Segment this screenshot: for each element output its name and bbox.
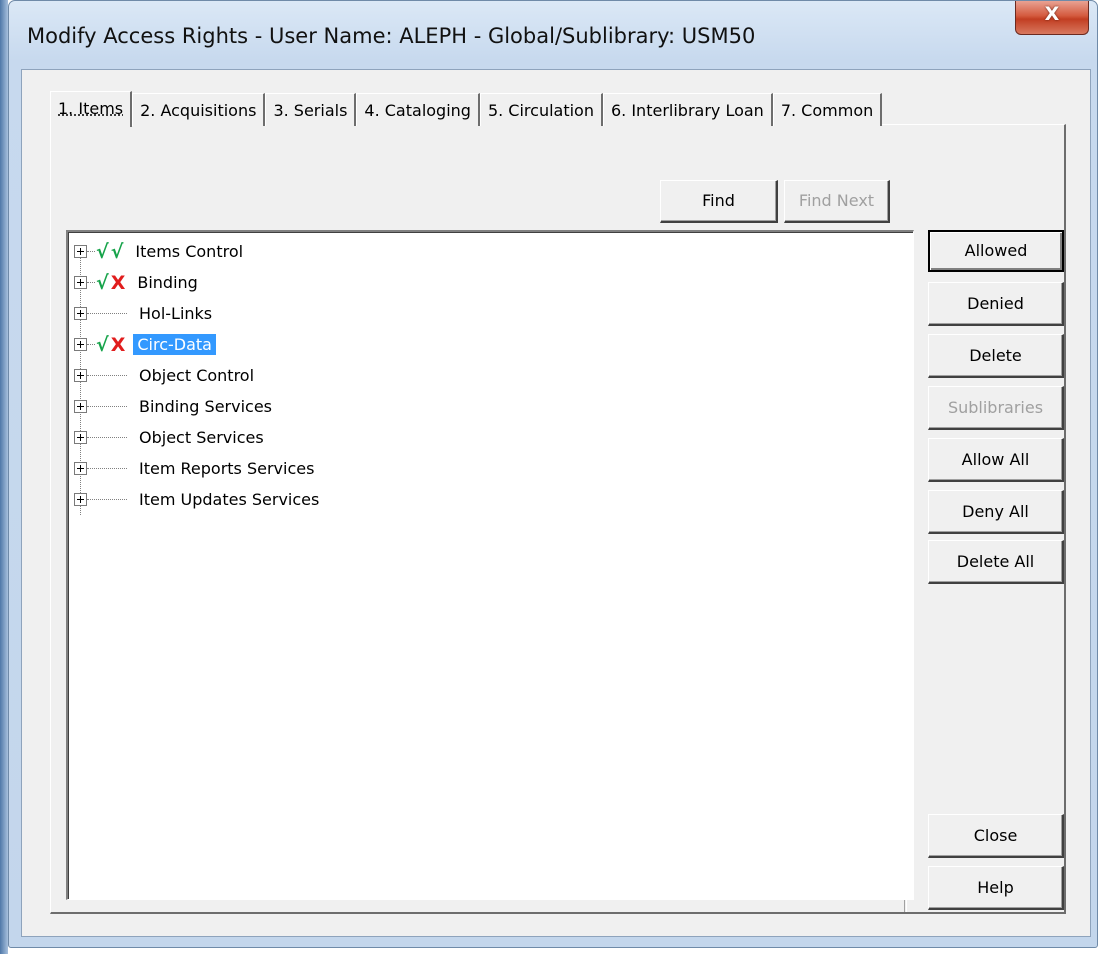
tab-label: 7. Common — [780, 101, 874, 120]
tab-label: 2. Acquisitions — [140, 101, 257, 120]
tree-node-label-selected: Circ-Data — [133, 334, 216, 355]
dialog-window: Modify Access Rights - User Name: ALEPH … — [8, 0, 1098, 948]
tree-node[interactable]: Object Services — [74, 422, 268, 453]
tab-items[interactable]: 1. Items — [50, 91, 133, 127]
denied-button[interactable]: Denied — [928, 282, 1064, 326]
access-rights-tree[interactable]: √ √ Items Control √ X Binding Hol-Links — [66, 230, 914, 900]
tree-node[interactable]: √ X Binding — [74, 267, 202, 298]
expand-icon[interactable] — [74, 307, 87, 320]
tree-node[interactable]: Item Updates Services — [74, 484, 323, 515]
check-icon: √ — [96, 271, 109, 294]
tree-node-label: Binding Services — [139, 397, 273, 416]
tab-label: 3. Serials — [273, 101, 348, 120]
expand-icon[interactable] — [74, 462, 87, 475]
tree-connector — [87, 281, 95, 284]
sublibraries-button[interactable]: Sublibraries — [928, 386, 1064, 430]
dialog-client-area: 1. Items 2. Acquisitions 3. Serials 4. C… — [21, 69, 1091, 937]
tree-node[interactable]: √ X Circ-Data — [74, 329, 216, 360]
expand-icon[interactable] — [74, 276, 87, 289]
tab-strip: 1. Items 2. Acquisitions 3. Serials 4. C… — [50, 91, 883, 127]
expand-icon[interactable] — [74, 400, 87, 413]
tree-connector — [87, 250, 95, 253]
node-status-icons: √ X — [96, 334, 125, 356]
tree-connector — [87, 498, 127, 501]
tab-cataloging[interactable]: 4. Cataloging — [356, 93, 480, 126]
check-icon: √ — [96, 240, 109, 263]
tree-node-label: Object Control — [139, 366, 255, 385]
deny-all-button[interactable]: Deny All — [928, 490, 1064, 534]
background-window-edge — [0, 0, 8, 954]
check-icon: √ — [110, 240, 124, 263]
check-icon: √ — [96, 333, 109, 356]
tab-acquisitions[interactable]: 2. Acquisitions — [132, 93, 266, 126]
tree-node-label: Item Reports Services — [139, 459, 315, 478]
tab-label: 4. Cataloging — [364, 101, 471, 120]
delete-button[interactable]: Delete — [928, 334, 1064, 378]
help-button[interactable]: Help — [928, 866, 1064, 910]
allow-all-button[interactable]: Allow All — [928, 438, 1064, 482]
expand-icon[interactable] — [74, 493, 87, 506]
find-next-button[interactable]: Find Next — [784, 180, 890, 223]
tree-node-label: Hol-Links — [139, 304, 213, 323]
tree-connector — [87, 467, 127, 470]
title-bar[interactable]: Modify Access Rights - User Name: ALEPH … — [9, 1, 1097, 71]
tab-label: 1. Items — [58, 99, 124, 118]
close-button[interactable]: Close — [928, 814, 1064, 858]
tree-node[interactable]: Binding Services — [74, 391, 276, 422]
node-status-icons: √ X — [96, 272, 125, 294]
allowed-button[interactable]: Allowed — [928, 230, 1064, 272]
tree-connector — [87, 436, 127, 439]
tree-connector — [87, 343, 95, 346]
tab-common[interactable]: 7. Common — [772, 93, 883, 126]
tree-node[interactable]: Hol-Links — [74, 298, 216, 329]
expand-icon[interactable] — [74, 245, 87, 258]
find-button[interactable]: Find — [660, 180, 778, 223]
tree-node[interactable]: Item Reports Services — [74, 453, 318, 484]
tree-connector — [87, 374, 127, 377]
delete-all-button[interactable]: Delete All — [928, 540, 1064, 584]
cross-icon: X — [110, 271, 126, 294]
tab-label: 6. Interlibrary Loan — [610, 101, 764, 120]
tab-circulation[interactable]: 5. Circulation — [479, 93, 603, 126]
expand-icon[interactable] — [74, 338, 87, 351]
tree-connector — [87, 312, 127, 315]
tab-interlibrary-loan[interactable]: 6. Interlibrary Loan — [602, 93, 773, 126]
window-title: Modify Access Rights - User Name: ALEPH … — [27, 24, 756, 48]
tab-label: 5. Circulation — [487, 101, 594, 120]
close-icon: X — [1044, 3, 1060, 25]
tree-node-label: Item Updates Services — [139, 490, 320, 509]
tree-node-label: Binding — [137, 273, 198, 292]
window-close-button[interactable]: X — [1015, 1, 1089, 35]
cross-icon: X — [110, 333, 126, 356]
expand-icon[interactable] — [74, 369, 87, 382]
tree-connector — [87, 405, 127, 408]
tree-node-label: Object Services — [139, 428, 264, 447]
node-status-icons: √ √ — [96, 241, 123, 263]
tree-node[interactable]: √ √ Items Control — [74, 236, 247, 267]
expand-icon[interactable] — [74, 431, 87, 444]
tree-node-label: Items Control — [135, 242, 244, 261]
tree-node[interactable]: Object Control — [74, 360, 258, 391]
tab-serials[interactable]: 3. Serials — [265, 93, 357, 126]
